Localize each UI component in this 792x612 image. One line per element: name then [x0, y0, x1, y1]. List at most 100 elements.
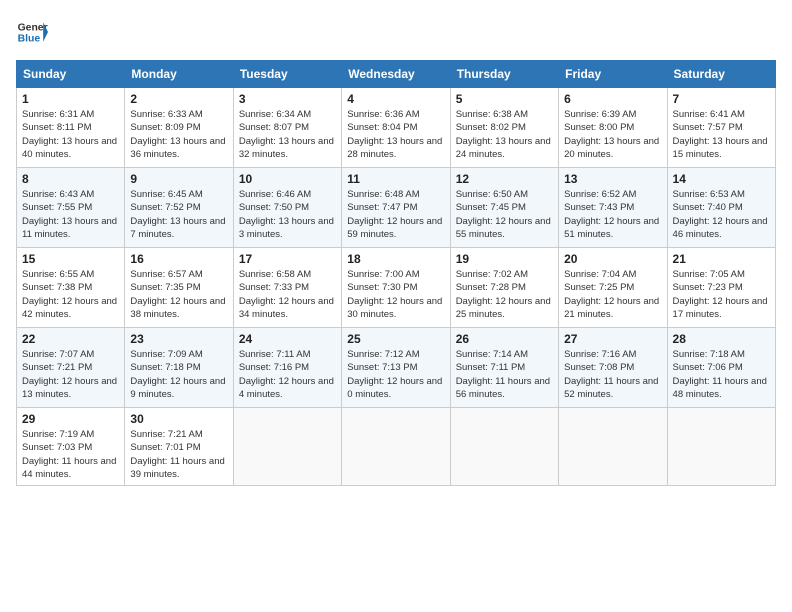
- calendar-cell: 17Sunrise: 6:58 AMSunset: 7:33 PMDayligh…: [233, 248, 341, 328]
- calendar-cell: 12 Sunrise: 6:50 AMSunset: 7:45 PMDayligh…: [450, 168, 558, 248]
- calendar-cell: 2 Sunrise: 6:33 AMSunset: 8:09 PMDaylight…: [125, 88, 233, 168]
- day-number: 8: [22, 172, 119, 186]
- day-number: 26: [456, 332, 553, 346]
- calendar-cell: [342, 408, 450, 486]
- weekday-header-cell: Sunday: [17, 61, 125, 88]
- day-info: Sunrise: 6:48 AMSunset: 7:47 PMDaylight:…: [347, 188, 444, 241]
- day-number: 12: [456, 172, 553, 186]
- calendar-cell: [450, 408, 558, 486]
- day-number: 4: [347, 92, 444, 106]
- day-number: 28: [673, 332, 770, 346]
- day-number: 13: [564, 172, 661, 186]
- day-info: Sunrise: 7:04 AMSunset: 7:25 PMDaylight:…: [564, 268, 661, 321]
- day-number: 21: [673, 252, 770, 266]
- weekday-header-cell: Monday: [125, 61, 233, 88]
- calendar-cell: [667, 408, 775, 486]
- day-info: Sunrise: 6:33 AMSunset: 8:09 PMDaylight:…: [130, 108, 227, 161]
- calendar-cell: 16 Sunrise: 6:57 AMSunset: 7:35 PMDayligh…: [125, 248, 233, 328]
- weekday-header-cell: Friday: [559, 61, 667, 88]
- weekday-header-cell: Wednesday: [342, 61, 450, 88]
- calendar-cell: 4Sunrise: 6:36 AMSunset: 8:04 PMDaylight…: [342, 88, 450, 168]
- day-info: Sunrise: 7:00 AMSunset: 7:30 PMDaylight:…: [347, 268, 444, 321]
- day-info: Sunrise: 7:18 AMSunset: 7:06 PMDaylight:…: [673, 348, 770, 401]
- calendar-row: 15 Sunrise: 6:55 AMSunset: 7:38 PMDayligh…: [17, 248, 776, 328]
- calendar-cell: 15 Sunrise: 6:55 AMSunset: 7:38 PMDayligh…: [17, 248, 125, 328]
- weekday-header-cell: Thursday: [450, 61, 558, 88]
- day-number: 30: [130, 412, 227, 426]
- day-info: Sunrise: 6:46 AMSunset: 7:50 PMDaylight:…: [239, 188, 336, 241]
- day-number: 27: [564, 332, 661, 346]
- calendar-row: 22Sunrise: 7:07 AMSunset: 7:21 PMDayligh…: [17, 328, 776, 408]
- weekday-header-cell: Tuesday: [233, 61, 341, 88]
- day-info: Sunrise: 6:50 AMSunset: 7:45 PMDaylight:…: [456, 188, 553, 241]
- day-number: 14: [673, 172, 770, 186]
- day-info: Sunrise: 7:12 AMSunset: 7:13 PMDaylight:…: [347, 348, 444, 401]
- calendar-cell: 5 Sunrise: 6:38 AMSunset: 8:02 PMDaylight…: [450, 88, 558, 168]
- calendar-cell: 18 Sunrise: 7:00 AMSunset: 7:30 PMDayligh…: [342, 248, 450, 328]
- day-info: Sunrise: 6:43 AMSunset: 7:55 PMDaylight:…: [22, 188, 119, 241]
- svg-text:Blue: Blue: [18, 34, 41, 45]
- logo: General Blue: [16, 16, 48, 48]
- day-info: Sunrise: 6:34 AMSunset: 8:07 PMDaylight:…: [239, 108, 336, 161]
- day-info: Sunrise: 7:02 AMSunset: 7:28 PMDaylight:…: [456, 268, 553, 321]
- day-number: 11: [347, 172, 444, 186]
- day-info: Sunrise: 7:05 AMSunset: 7:23 PMDaylight:…: [673, 268, 770, 321]
- calendar-row: 29 Sunrise: 7:19 AMSunset: 7:03 PMDayligh…: [17, 408, 776, 486]
- calendar-cell: 14 Sunrise: 6:53 AMSunset: 7:40 PMDayligh…: [667, 168, 775, 248]
- day-info: Sunrise: 6:38 AMSunset: 8:02 PMDaylight:…: [456, 108, 553, 161]
- day-info: Sunrise: 7:19 AMSunset: 7:03 PMDaylight:…: [22, 428, 119, 481]
- calendar-cell: 29 Sunrise: 7:19 AMSunset: 7:03 PMDayligh…: [17, 408, 125, 486]
- day-info: Sunrise: 6:57 AMSunset: 7:35 PMDaylight:…: [130, 268, 227, 321]
- calendar-cell: 9 Sunrise: 6:45 AMSunset: 7:52 PMDaylight…: [125, 168, 233, 248]
- calendar-cell: 21 Sunrise: 7:05 AMSunset: 7:23 PMDayligh…: [667, 248, 775, 328]
- day-number: 16: [130, 252, 227, 266]
- calendar-cell: 3 Sunrise: 6:34 AMSunset: 8:07 PMDaylight…: [233, 88, 341, 168]
- day-number: 5: [456, 92, 553, 106]
- calendar-cell: 22Sunrise: 7:07 AMSunset: 7:21 PMDayligh…: [17, 328, 125, 408]
- calendar-cell: 11 Sunrise: 6:48 AMSunset: 7:47 PMDayligh…: [342, 168, 450, 248]
- day-number: 29: [22, 412, 119, 426]
- day-info: Sunrise: 7:09 AMSunset: 7:18 PMDaylight:…: [130, 348, 227, 401]
- calendar-cell: 8 Sunrise: 6:43 AMSunset: 7:55 PMDaylight…: [17, 168, 125, 248]
- day-info: Sunrise: 6:45 AMSunset: 7:52 PMDaylight:…: [130, 188, 227, 241]
- day-number: 6: [564, 92, 661, 106]
- day-number: 9: [130, 172, 227, 186]
- day-number: 20: [564, 252, 661, 266]
- calendar-cell: 13 Sunrise: 6:52 AMSunset: 7:43 PMDayligh…: [559, 168, 667, 248]
- day-number: 2: [130, 92, 227, 106]
- day-info: Sunrise: 6:39 AMSunset: 8:00 PMDaylight:…: [564, 108, 661, 161]
- day-info: Sunrise: 7:21 AMSunset: 7:01 PMDaylight:…: [130, 428, 227, 481]
- calendar-cell: [559, 408, 667, 486]
- day-info: Sunrise: 6:55 AMSunset: 7:38 PMDaylight:…: [22, 268, 119, 321]
- day-number: 23: [130, 332, 227, 346]
- day-info: Sunrise: 6:58 AMSunset: 7:33 PMDaylight:…: [239, 268, 336, 321]
- day-number: 15: [22, 252, 119, 266]
- weekday-header-row: SundayMondayTuesdayWednesdayThursdayFrid…: [17, 61, 776, 88]
- day-number: 3: [239, 92, 336, 106]
- calendar-cell: 26 Sunrise: 7:14 AMSunset: 7:11 PMDayligh…: [450, 328, 558, 408]
- page-header: General Blue: [16, 16, 776, 48]
- day-info: Sunrise: 6:53 AMSunset: 7:40 PMDaylight:…: [673, 188, 770, 241]
- day-info: Sunrise: 6:52 AMSunset: 7:43 PMDaylight:…: [564, 188, 661, 241]
- calendar-cell: 20 Sunrise: 7:04 AMSunset: 7:25 PMDayligh…: [559, 248, 667, 328]
- calendar-cell: 1Sunrise: 6:31 AMSunset: 8:11 PMDaylight…: [17, 88, 125, 168]
- day-number: 19: [456, 252, 553, 266]
- day-info: Sunrise: 6:41 AMSunset: 7:57 PMDaylight:…: [673, 108, 770, 161]
- calendar-cell: 23 Sunrise: 7:09 AMSunset: 7:18 PMDayligh…: [125, 328, 233, 408]
- logo-icon: General Blue: [16, 16, 48, 48]
- calendar-cell: 25Sunrise: 7:12 AMSunset: 7:13 PMDayligh…: [342, 328, 450, 408]
- day-number: 18: [347, 252, 444, 266]
- day-number: 7: [673, 92, 770, 106]
- calendar-body: 1Sunrise: 6:31 AMSunset: 8:11 PMDaylight…: [17, 88, 776, 486]
- day-number: 22: [22, 332, 119, 346]
- weekday-header-cell: Saturday: [667, 61, 775, 88]
- calendar-cell: 24Sunrise: 7:11 AMSunset: 7:16 PMDayligh…: [233, 328, 341, 408]
- calendar-row: 8 Sunrise: 6:43 AMSunset: 7:55 PMDaylight…: [17, 168, 776, 248]
- day-number: 24: [239, 332, 336, 346]
- calendar-cell: 6 Sunrise: 6:39 AMSunset: 8:00 PMDaylight…: [559, 88, 667, 168]
- calendar-cell: 27Sunrise: 7:16 AMSunset: 7:08 PMDayligh…: [559, 328, 667, 408]
- day-info: Sunrise: 7:14 AMSunset: 7:11 PMDaylight:…: [456, 348, 553, 401]
- calendar-cell: 7 Sunrise: 6:41 AMSunset: 7:57 PMDaylight…: [667, 88, 775, 168]
- calendar-cell: 19 Sunrise: 7:02 AMSunset: 7:28 PMDayligh…: [450, 248, 558, 328]
- day-info: Sunrise: 6:31 AMSunset: 8:11 PMDaylight:…: [22, 108, 119, 161]
